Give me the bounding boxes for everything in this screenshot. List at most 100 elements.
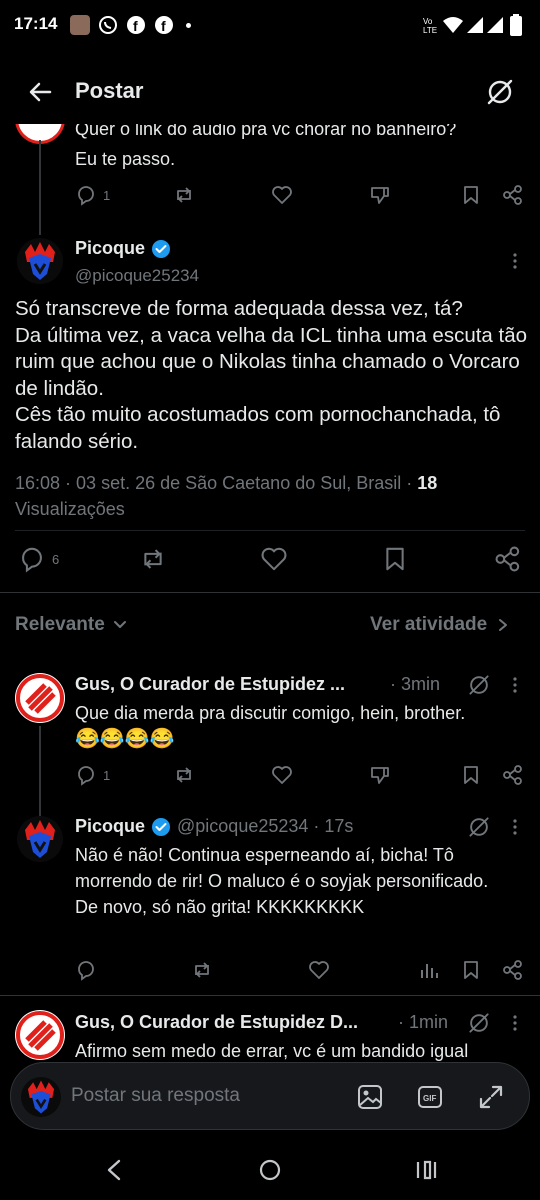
expand-icon[interactable] — [477, 1083, 505, 1111]
avatar[interactable] — [15, 1010, 65, 1060]
back-arrow-icon[interactable] — [28, 80, 52, 104]
svg-text:f: f — [161, 18, 166, 34]
facebook-icon: f — [127, 16, 145, 34]
wifi-icon — [443, 17, 463, 33]
nav-back-icon[interactable] — [103, 1158, 125, 1182]
views-count: 18 — [417, 473, 438, 493]
svg-text:LTE: LTE — [423, 26, 437, 35]
repost-icon[interactable] — [139, 545, 167, 573]
author-line[interactable]: Picoque @picoque25234 · 17s — [75, 816, 353, 837]
reply-icon — [78, 766, 94, 786]
share-icon[interactable] — [502, 764, 524, 786]
thread-line — [39, 140, 41, 235]
view-activity-label: Ver atividade — [370, 614, 488, 635]
repost-icon[interactable] — [173, 764, 195, 786]
bookmark-icon[interactable] — [460, 959, 482, 981]
repost-icon[interactable] — [173, 184, 195, 206]
reply-time: · 1min — [398, 1012, 449, 1032]
grok-icon[interactable] — [486, 78, 514, 106]
nav-home-icon[interactable] — [258, 1158, 282, 1182]
verified-badge-icon — [152, 817, 171, 836]
repost-icon[interactable] — [191, 959, 213, 981]
nav-recents-icon[interactable] — [414, 1158, 438, 1182]
reply-count: 1 — [103, 767, 111, 783]
reply-count: 6 — [52, 551, 60, 567]
tweet-text-cut: Quer o link do áudio pra vc chorar no ba… — [75, 124, 457, 139]
notification-avatar-icon — [70, 15, 90, 35]
status-bar: 17:14 f f Vo LTE — [0, 0, 540, 52]
avatar — [21, 1077, 61, 1117]
status-time: 17:14 — [14, 14, 58, 33]
tweet-text: Não é não! Continua esperneando aí, bich… — [75, 845, 489, 917]
avatar[interactable] — [17, 816, 63, 862]
like-icon[interactable] — [260, 545, 288, 573]
svg-text:f: f — [133, 18, 138, 34]
svg-text:GIF: GIF — [423, 1094, 436, 1103]
reply-composer[interactable]: Postar sua resposta GIF — [10, 1062, 530, 1130]
author-handle[interactable]: @picoque25234 · 17s — [177, 816, 353, 837]
system-nav-bar — [0, 1140, 540, 1200]
whatsapp-icon — [99, 16, 117, 34]
signal-icon — [467, 17, 483, 33]
share-icon[interactable] — [494, 545, 522, 573]
like-icon[interactable] — [271, 764, 293, 786]
bookmark-icon[interactable] — [381, 545, 409, 573]
grok-icon[interactable] — [468, 816, 490, 838]
signal-icon — [487, 17, 503, 33]
reply-input[interactable]: Postar sua resposta — [71, 1085, 240, 1107]
gif-icon[interactable]: GIF — [416, 1083, 444, 1111]
facebook-icon: f — [155, 16, 173, 34]
image-icon[interactable] — [356, 1083, 384, 1111]
grok-icon[interactable] — [468, 674, 490, 696]
author-name[interactable]: Gus, O Curador de Estupidez D... — [75, 1012, 358, 1033]
author-handle[interactable]: @picoque25234 — [75, 266, 199, 286]
chevron-down-icon — [113, 621, 126, 628]
battery-icon — [510, 14, 522, 36]
author-name[interactable]: Picoque — [75, 238, 145, 259]
reply-button[interactable]: 1 — [75, 764, 110, 786]
verified-badge-icon — [152, 239, 171, 258]
reply-icon — [22, 547, 42, 573]
divider — [0, 995, 540, 996]
grok-icon[interactable] — [468, 1012, 490, 1034]
like-icon[interactable] — [308, 959, 330, 981]
reply-button[interactable]: 6 — [18, 545, 59, 573]
chevron-right-icon — [499, 619, 508, 631]
tweet-text: Afirmo sem medo de errar, vc é um bandid… — [75, 1041, 469, 1061]
more-options-icon[interactable] — [506, 1014, 524, 1032]
volte-icon: VoLTE — [423, 17, 437, 35]
more-notifications-dot — [186, 23, 191, 28]
reply-time: · 3min — [390, 674, 441, 694]
more-options-icon[interactable] — [506, 252, 524, 270]
downvote-icon[interactable] — [369, 764, 391, 786]
svg-text:Vo: Vo — [423, 17, 433, 26]
share-icon[interactable] — [502, 959, 524, 981]
avatar[interactable] — [15, 673, 65, 723]
reply-icon[interactable] — [75, 959, 97, 981]
author-name[interactable]: Picoque — [75, 816, 145, 837]
author-line[interactable]: Picoque — [75, 238, 171, 259]
tweet-emoji: 😂😂😂😂 — [75, 728, 175, 750]
section-divider — [0, 592, 540, 593]
share-icon[interactable] — [502, 184, 524, 206]
tweet-text: Só transcreve de forma adequada dessa ve… — [15, 297, 528, 453]
views-label: Visualizações — [15, 499, 125, 519]
bookmark-icon[interactable] — [460, 764, 482, 786]
view-activity-link[interactable]: Ver atividade — [370, 614, 509, 636]
sort-dropdown[interactable]: Relevante — [15, 614, 127, 636]
author-name[interactable]: Gus, O Curador de Estupidez ... — [75, 674, 345, 695]
tweet-text: Eu te passo. — [75, 149, 176, 169]
downvote-icon[interactable] — [369, 184, 391, 206]
bookmark-icon[interactable] — [460, 184, 482, 206]
more-options-icon[interactable] — [506, 818, 524, 836]
reply-count: 1 — [103, 187, 111, 203]
tweet-meta: 16:08 · 03 set. 26 de São Caetano do Sul… — [15, 470, 530, 522]
analytics-icon[interactable] — [418, 959, 440, 981]
reply-button[interactable]: 1 — [75, 184, 110, 206]
more-options-icon[interactable] — [506, 676, 524, 694]
avatar[interactable] — [17, 238, 63, 284]
tweet-timestamp-location: 16:08 · 03 set. 26 de São Caetano do Sul… — [15, 473, 418, 493]
sort-label: Relevante — [15, 614, 105, 635]
like-icon[interactable] — [271, 184, 293, 206]
reply-icon — [78, 186, 94, 206]
